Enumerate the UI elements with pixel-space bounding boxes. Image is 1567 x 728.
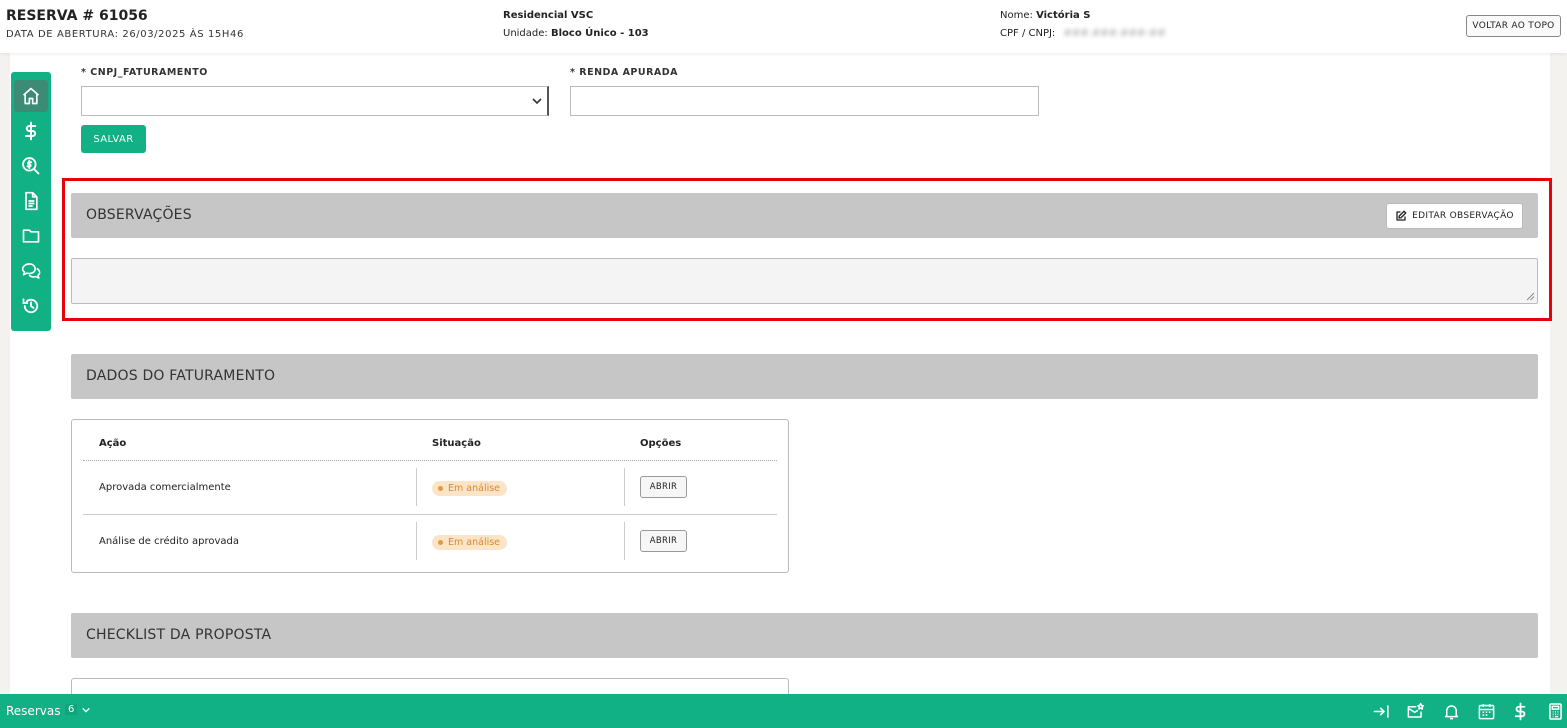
mail-star-button[interactable] (1404, 700, 1426, 722)
login-arrow-button[interactable] (1370, 700, 1392, 722)
resize-grip-icon[interactable] (1526, 292, 1535, 301)
dollar-icon (1514, 702, 1525, 720)
bell-icon (1444, 704, 1458, 719)
faturamento-title: DADOS DO FATURAMENTO (86, 368, 276, 384)
observacoes-textarea[interactable] (71, 258, 1538, 304)
bottom-bar: Reservas 6 (0, 694, 1567, 728)
row-divider (83, 514, 777, 515)
chevron-down-icon[interactable] (81, 705, 91, 715)
edit-icon (1396, 210, 1407, 221)
mail-star-icon (1407, 702, 1424, 718)
unidade-label: Unidade: (503, 28, 548, 39)
chat-icon (21, 263, 41, 279)
notifications-button[interactable] (1440, 700, 1462, 722)
data-abertura: DATA DE ABERTURA: 26/03/2025 ÀS 15H46 (6, 29, 244, 40)
col-header-situacao: Situação (432, 438, 481, 449)
cliente-cpf: CPF / CNPJ: ###.###.###-## (1000, 28, 1166, 39)
nav-arquivos[interactable] (14, 220, 48, 252)
top-header: RESERVA # 61056 DATA DE ABERTURA: 26/03/… (0, 0, 1567, 53)
salvar-button[interactable]: SALVAR (81, 125, 146, 153)
row-1-acao: Aprovada comercialmente (99, 482, 231, 493)
status-dot (438, 540, 443, 545)
reserva-title: RESERVA # 61056 (6, 8, 148, 24)
row-2-acao: Análise de crédito aprovada (99, 536, 239, 547)
col-divider (416, 468, 417, 506)
header-divider (83, 460, 777, 461)
search-dollar-icon (22, 157, 40, 175)
nav-historico[interactable] (14, 290, 48, 322)
reservas-label[interactable]: Reservas (6, 704, 60, 718)
editar-observacao-button[interactable]: EDITAR OBSERVAÇÃO (1386, 203, 1523, 229)
status-dot (438, 486, 443, 491)
nav-analise[interactable] (14, 150, 48, 182)
financeiro-button[interactable] (1509, 700, 1531, 722)
col-divider (416, 522, 417, 560)
home-icon (22, 87, 40, 105)
nav-mensagens[interactable] (14, 255, 48, 287)
nome-value: Victória S (1036, 10, 1091, 21)
reservas-count-badge: 6 (65, 704, 78, 715)
unidade-value: Bloco Único - 103 (550, 28, 649, 39)
col-divider (624, 468, 625, 506)
col-header-opcoes: Opções (640, 438, 682, 449)
unidade-info: Unidade: Bloco Único - 103 (503, 28, 649, 39)
calculator-button[interactable] (1544, 700, 1566, 722)
nav-documentos[interactable] (14, 185, 48, 217)
row-2-situacao: Em análise (448, 537, 501, 548)
empreendimento-name: Residencial VSC (503, 10, 594, 21)
side-navigation (11, 72, 51, 331)
calendar-icon (1478, 703, 1494, 719)
observacoes-header: OBSERVAÇÕES EDITAR OBSERVAÇÃO (71, 193, 1538, 238)
login-arrow-icon (1373, 704, 1389, 718)
cpf-label: CPF / CNPJ: (1000, 28, 1056, 39)
calendar-button[interactable] (1475, 700, 1497, 722)
renda-apurada-input[interactable] (570, 86, 1039, 116)
row-1-abrir-button[interactable]: ABRIR (640, 476, 687, 498)
col-divider (624, 522, 625, 560)
row-2-status-badge: Em análise (432, 535, 508, 550)
faturamento-table: Ação Situação Opções Aprovada comercialm… (71, 419, 789, 573)
page-scrollbar[interactable] (1550, 53, 1567, 694)
observacoes-title: OBSERVAÇÕES (86, 207, 192, 223)
nav-financeiro[interactable] (14, 115, 48, 147)
editar-observacao-label: EDITAR OBSERVAÇÃO (1412, 211, 1514, 221)
document-icon (25, 191, 38, 211)
calculator-icon (1548, 702, 1562, 720)
checklist-title: CHECKLIST DA PROPOSTA (86, 627, 272, 643)
faturamento-header: DADOS DO FATURAMENTO (71, 354, 1538, 399)
cliente-nome: Nome: Victória S (1000, 10, 1090, 21)
row-2-abrir-button[interactable]: ABRIR (640, 530, 687, 552)
nome-label: Nome: (1000, 10, 1033, 21)
cnpj-faturamento-label: * CNPJ_FATURAMENTO (81, 67, 208, 78)
chevron-down-icon (532, 98, 542, 105)
folder-icon (22, 229, 40, 243)
checklist-header: CHECKLIST DA PROPOSTA (71, 613, 1538, 658)
col-header-acao: Ação (99, 438, 127, 449)
nav-home[interactable] (14, 80, 48, 112)
dollar-icon (25, 121, 37, 141)
row-1-situacao: Em análise (448, 483, 501, 494)
renda-apurada-label: * RENDA APURADA (570, 67, 679, 78)
cpf-value-blurred: ###.###.###-## (1063, 28, 1166, 39)
history-icon (22, 298, 39, 314)
row-1-status-badge: Em análise (432, 481, 508, 496)
cnpj-faturamento-select[interactable] (81, 86, 549, 116)
voltar-ao-topo-button[interactable]: VOLTAR AO TOPO (1466, 15, 1561, 37)
